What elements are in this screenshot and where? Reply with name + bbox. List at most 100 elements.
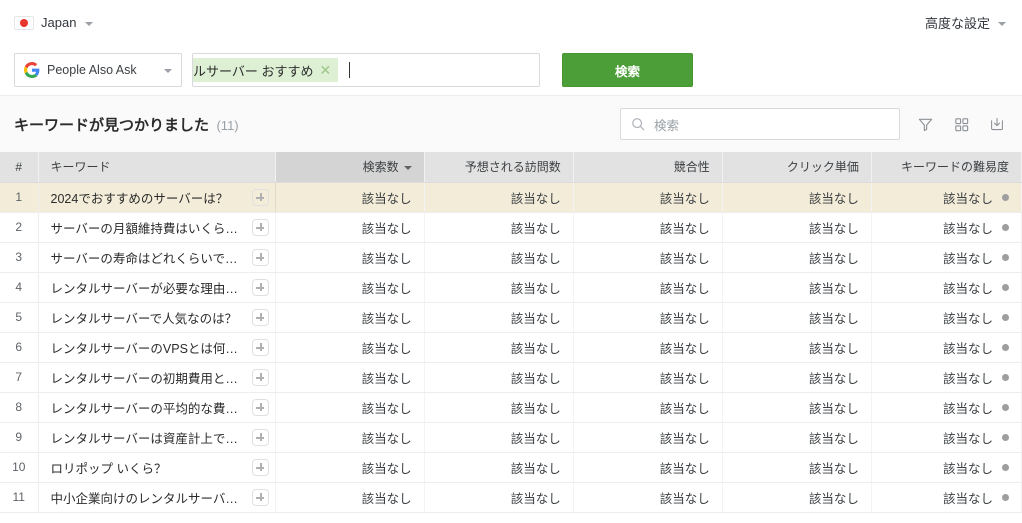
table-row[interactable]: 8 レンタルサーバーの平均的な費… 該当なし 該当なし 該当なし 該当なし 該当なし xyxy=(0,392,1022,423)
add-keyword-icon[interactable] xyxy=(251,368,269,386)
table-head: # キーワード 検索数 予想される訪問数 競合性 クリック単価 キーワードの難易… xyxy=(0,152,1022,183)
add-keyword-icon[interactable] xyxy=(251,458,269,476)
row-keyword-label: 中小企業向けのレンタルサーバ… xyxy=(50,491,238,506)
table-row[interactable]: 3 サーバーの寿命はどれくらいで… 該当なし 該当なし 該当なし 該当なし 該当なし xyxy=(0,242,1022,273)
add-keyword-icon[interactable] xyxy=(251,218,269,236)
column-header-visits[interactable]: 予想される訪問数 xyxy=(424,152,574,183)
difficulty-dot-icon xyxy=(1002,463,1009,471)
row-volume: 該当なし xyxy=(275,452,425,483)
row-keyword-cell[interactable]: サーバーの寿命はどれくらいで… xyxy=(38,242,276,273)
row-volume: 該当なし xyxy=(275,242,425,273)
row-cpc: 該当なし xyxy=(722,272,872,303)
query-chip[interactable]: ルサーバー おすすめ ✕ xyxy=(193,58,339,82)
table-header-row: # キーワード 検索数 予想される訪問数 競合性 クリック単価 キーワードの難易… xyxy=(0,152,1022,183)
row-difficulty-label: 該当なし xyxy=(942,461,993,476)
table-row[interactable]: 4 レンタルサーバーが必要な理由… 該当なし 該当なし 該当なし 該当なし 該当なし xyxy=(0,272,1022,303)
column-header-volume[interactable]: 検索数 xyxy=(275,152,425,183)
row-difficulty-label: 該当なし xyxy=(942,401,993,416)
search-engine-select[interactable]: People Also Ask xyxy=(14,53,182,87)
add-keyword-icon[interactable] xyxy=(251,248,269,266)
table-row[interactable]: 5 レンタルサーバーで人気なのは？ 該当なし 該当なし 該当なし 該当なし 該当なし xyxy=(0,302,1022,333)
google-logo-icon xyxy=(24,62,40,78)
add-keyword-icon[interactable] xyxy=(251,338,269,356)
row-keyword-cell[interactable]: レンタルサーバーのVPSとは何… xyxy=(38,332,276,363)
row-cpc: 該当なし xyxy=(722,362,872,393)
row-difficulty-cell: 該当なし xyxy=(871,392,1022,423)
grid-columns-icon[interactable] xyxy=(950,113,972,135)
row-volume: 該当なし xyxy=(275,422,425,453)
row-keyword-cell[interactable]: レンタルサーバーは資産計上で… xyxy=(38,422,276,453)
table-row[interactable]: 10 ロリポップ いくら？ 該当なし 該当なし 該当なし 該当なし 該当なし xyxy=(0,452,1022,483)
query-input[interactable]: ルサーバー おすすめ ✕ xyxy=(192,53,540,87)
close-icon[interactable]: ✕ xyxy=(319,63,331,77)
search-button[interactable]: 検索 xyxy=(562,53,693,87)
row-competition: 該当なし xyxy=(573,452,723,483)
filter-icon[interactable] xyxy=(914,113,936,135)
results-header: キーワードが見つかりました (11) 検索 xyxy=(0,95,1022,152)
add-keyword-icon[interactable] xyxy=(251,308,269,326)
table-search-input[interactable]: 検索 xyxy=(620,108,900,140)
add-keyword-icon[interactable] xyxy=(251,398,269,416)
row-index: 5 xyxy=(0,302,39,333)
row-volume: 該当なし xyxy=(275,482,425,513)
row-keyword-label: ロリポップ いくら？ xyxy=(50,461,167,476)
search-button-label: 検索 xyxy=(614,64,640,79)
column-header-keyword[interactable]: キーワード xyxy=(38,152,276,183)
row-index: 9 xyxy=(0,422,39,453)
row-difficulty-cell: 該当なし xyxy=(871,362,1022,393)
row-cpc: 該当なし xyxy=(722,482,872,513)
row-volume: 該当なし xyxy=(275,272,425,303)
row-keyword-cell[interactable]: 2024でおすすめのサーバーは？ xyxy=(38,182,276,213)
chevron-down-icon xyxy=(164,69,172,73)
row-keyword-cell[interactable]: レンタルサーバーが必要な理由… xyxy=(38,272,276,303)
row-difficulty-cell: 該当なし xyxy=(871,452,1022,483)
export-download-icon[interactable] xyxy=(986,113,1008,135)
row-keyword-label: レンタルサーバーは資産計上で… xyxy=(50,431,238,446)
column-header-cpc[interactable]: クリック単価 xyxy=(722,152,872,183)
row-visits: 該当なし xyxy=(424,242,574,273)
row-keyword-cell[interactable]: レンタルサーバーの平均的な費… xyxy=(38,392,276,423)
column-header-difficulty[interactable]: キーワードの難易度 xyxy=(871,152,1022,183)
row-keyword-cell[interactable]: ロリポップ いくら？ xyxy=(38,452,276,483)
add-keyword-icon[interactable] xyxy=(251,488,269,506)
row-keyword-cell[interactable]: レンタルサーバーで人気なのは？ xyxy=(38,302,276,333)
add-keyword-icon[interactable] xyxy=(251,428,269,446)
table-row[interactable]: 2 サーバーの月額維持費はいくら… 該当なし 該当なし 該当なし 該当なし 該当なし xyxy=(0,212,1022,243)
difficulty-dot-icon xyxy=(1002,403,1009,411)
row-keyword-label: レンタルサーバーが必要な理由… xyxy=(50,281,238,296)
advanced-settings-button[interactable]: 高度な設定 xyxy=(925,13,1006,32)
row-competition: 該当なし xyxy=(573,182,723,213)
add-keyword-icon[interactable] xyxy=(251,278,269,296)
country-selector[interactable]: Japan xyxy=(14,15,94,30)
row-visits: 該当なし xyxy=(424,182,574,213)
row-keyword-cell[interactable]: サーバーの月額維持費はいくら… xyxy=(38,212,276,243)
row-visits: 該当なし xyxy=(424,212,574,243)
query-chip-label: ルサーバー おすすめ xyxy=(193,63,314,79)
chevron-down-icon xyxy=(85,21,94,26)
row-index: 4 xyxy=(0,272,39,303)
sort-descending-icon xyxy=(403,166,412,171)
row-keyword-cell[interactable]: 中小企業向けのレンタルサーバ… xyxy=(38,482,276,513)
table-row[interactable]: 11 中小企業向けのレンタルサーバ… 該当なし 該当なし 該当なし 該当なし 該当なし xyxy=(0,482,1022,513)
add-keyword-icon[interactable] xyxy=(251,188,269,206)
table-row[interactable]: 7 レンタルサーバーの初期費用と… 該当なし 該当なし 該当なし 該当なし 該当なし xyxy=(0,362,1022,393)
row-visits: 該当なし xyxy=(424,362,574,393)
row-keyword-label: レンタルサーバーの平均的な費… xyxy=(50,401,238,416)
row-difficulty-label: 該当なし xyxy=(942,191,993,206)
results-count: (11) xyxy=(216,117,239,133)
row-cpc: 該当なし xyxy=(722,302,872,333)
table-search-placeholder: 検索 xyxy=(654,118,680,133)
row-keyword-cell[interactable]: レンタルサーバーの初期費用と… xyxy=(38,362,276,393)
row-volume: 該当なし xyxy=(275,332,425,363)
chevron-down-icon xyxy=(998,21,1006,26)
table-row[interactable]: 1 2024でおすすめのサーバーは？ 該当なし 該当なし 該当なし 該当なし 該当なし xyxy=(0,182,1022,213)
difficulty-dot-icon xyxy=(1002,223,1009,231)
column-header-index[interactable]: # xyxy=(0,152,39,183)
column-header-competition[interactable]: 競合性 xyxy=(573,152,723,183)
table-row[interactable]: 6 レンタルサーバーのVPSとは何… 該当なし 該当なし 該当なし 該当なし 該当なし xyxy=(0,332,1022,363)
keyword-research-app: Japan 高度な設定 People Also Ask ルサーバー おすすめ ✕ xyxy=(0,0,1022,523)
table-row[interactable]: 9 レンタルサーバーは資産計上で… 該当なし 該当なし 該当なし 該当なし 該当なし xyxy=(0,422,1022,453)
row-volume: 該当なし xyxy=(275,362,425,393)
country-label: Japan xyxy=(41,15,77,30)
row-competition: 該当なし xyxy=(573,212,723,243)
